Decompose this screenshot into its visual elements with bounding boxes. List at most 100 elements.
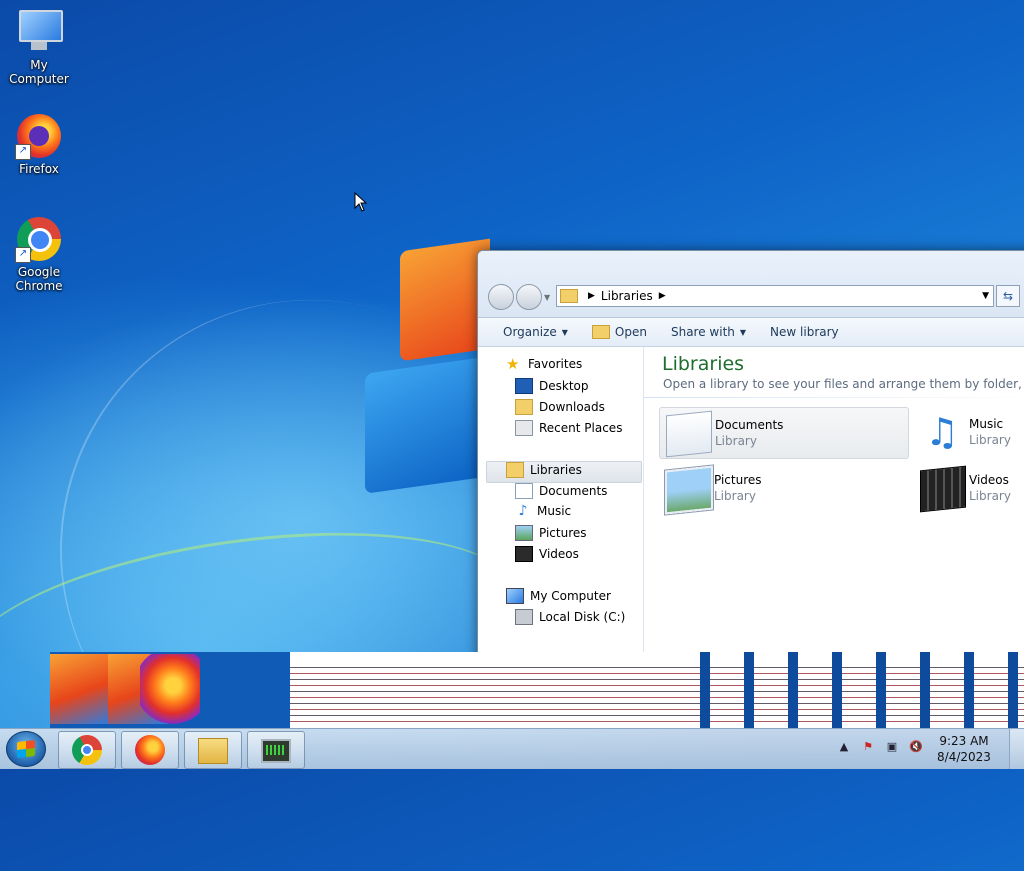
library-pictures[interactable]: Pictures Library — [659, 463, 907, 515]
chrome-icon: ↗ — [15, 215, 63, 263]
nav-item-libraries[interactable]: Libraries — [506, 462, 582, 478]
windows-flag-icon — [17, 740, 35, 758]
back-button[interactable] — [488, 284, 514, 310]
nav-label: Pictures — [539, 526, 587, 540]
clock-time: 9:23 AM — [939, 734, 989, 748]
nav-label: Videos — [539, 547, 579, 561]
network-icon[interactable]: ▣ — [884, 739, 900, 755]
nav-label: Libraries — [530, 463, 582, 477]
nav-label: Desktop — [539, 379, 589, 393]
library-type: Library — [969, 489, 1011, 503]
volume-muted-icon[interactable]: 🔇 — [908, 739, 924, 755]
nav-label: My Computer — [530, 589, 611, 603]
library-name: Videos — [969, 473, 1009, 487]
nav-item-documents[interactable]: Documents — [515, 483, 607, 499]
refresh-button[interactable]: ⇆ — [996, 285, 1020, 307]
breadcrumb-separator-icon[interactable]: ▶ — [588, 291, 595, 301]
share-with-button[interactable]: Share with ▼ — [671, 325, 746, 339]
system-tray: ▲ ⚑ ▣ 🔇 — [836, 739, 924, 755]
breadcrumb-libraries[interactable]: Libraries — [601, 289, 653, 303]
action-center-flag-icon[interactable]: ⚑ — [860, 739, 876, 755]
organize-label: Organize — [503, 325, 557, 339]
pictures-icon — [665, 465, 713, 515]
address-dropdown-icon[interactable]: ▼ — [982, 291, 989, 301]
taskbar-task-manager-button[interactable] — [247, 731, 305, 769]
show-desktop-button[interactable] — [1009, 729, 1024, 769]
documents-icon — [515, 483, 533, 499]
downloads-folder-icon — [515, 399, 533, 415]
chevron-down-icon: ▼ — [739, 327, 747, 337]
nav-item-my-computer[interactable]: My Computer — [506, 588, 611, 604]
taskbar-chrome-button[interactable] — [58, 731, 116, 769]
taskbar-clock[interactable]: 9:23 AM 8/4/2023 — [930, 733, 998, 765]
chevron-down-icon: ▼ — [561, 327, 568, 337]
taskbar-firefox-button[interactable] — [121, 731, 179, 769]
address-bar[interactable]: ▶ Libraries ▶ ▼ — [556, 285, 994, 307]
shortcut-arrow-icon: ↗ — [15, 247, 31, 263]
library-name: Music — [969, 417, 1004, 431]
nav-item-desktop[interactable]: Desktop — [515, 378, 589, 394]
nav-label: Recent Places — [539, 421, 623, 435]
new-library-button[interactable]: New library — [770, 325, 839, 339]
nav-label: Local Disk (C:) — [539, 610, 626, 624]
nav-item-pictures[interactable]: Pictures — [515, 525, 587, 541]
recent-places-icon — [515, 420, 533, 436]
firefox-icon: ↗ — [15, 112, 63, 160]
desktop-icon-chrome[interactable]: ↗ Google Chrome — [1, 215, 77, 293]
desktop-icon-label: Google Chrome — [15, 265, 63, 293]
star-icon: ★ — [506, 355, 520, 373]
nav-item-favorites[interactable]: ★ Favorites — [506, 355, 583, 373]
documents-icon — [666, 410, 712, 458]
desktop-icon-label: Firefox — [19, 162, 59, 176]
library-music[interactable]: ♫ Music Library — [914, 407, 1024, 457]
nav-item-videos[interactable]: Videos — [515, 546, 579, 562]
taskbar-explorer-button[interactable] — [184, 731, 242, 769]
command-bar: Organize ▼ Open Share with ▼ New library — [478, 318, 1024, 347]
desktop-icon-label: My Computer — [9, 58, 69, 86]
library-type: Library — [714, 489, 756, 503]
pictures-icon — [515, 525, 533, 541]
nav-item-downloads[interactable]: Downloads — [515, 399, 605, 415]
forward-button[interactable] — [516, 284, 542, 310]
desktop-icon-my-computer[interactable]: My Computer — [1, 8, 77, 86]
videos-icon — [515, 546, 533, 562]
desktop-icon-firefox[interactable]: ↗ Firefox — [1, 112, 77, 176]
render-glitch-artifact — [50, 652, 1024, 728]
nav-label: Documents — [539, 484, 608, 498]
music-note-icon: ♪ — [518, 503, 528, 519]
explorer-window[interactable]: ▼ ▶ Libraries ▶ ▼ ⇆ Organize ▼ Open Share… — [477, 250, 1024, 672]
hard-disk-icon — [515, 609, 533, 625]
share-with-label: Share with — [670, 325, 735, 339]
show-hidden-icons-button[interactable]: ▲ — [836, 739, 852, 755]
videos-icon — [920, 465, 966, 513]
start-button[interactable] — [6, 731, 46, 767]
nav-item-recent-places[interactable]: Recent Places — [515, 420, 622, 436]
open-label: Open — [614, 325, 647, 339]
library-type: Library — [969, 433, 1011, 447]
library-name: Pictures — [714, 473, 762, 487]
nav-label: Downloads — [539, 400, 605, 414]
libraries-content: Libraries Open a library to see your fil… — [644, 347, 1024, 671]
library-documents[interactable]: Documents Library — [659, 407, 909, 459]
recent-pages-dropdown[interactable]: ▼ — [544, 293, 550, 302]
page-subtitle: Open a library to see your files and arr… — [663, 377, 1024, 391]
nav-item-music[interactable]: ♪ Music — [515, 503, 572, 519]
nav-item-local-disk[interactable]: Local Disk (C:) — [515, 609, 625, 625]
clock-date: 8/4/2023 — [937, 750, 991, 764]
library-name: Documents — [715, 418, 784, 432]
nav-label: Favorites — [528, 357, 583, 371]
library-type: Library — [715, 434, 757, 448]
windows-logo-wallpaper — [355, 238, 495, 494]
window-titlebar: ▼ ▶ Libraries ▶ ▼ ⇆ — [478, 251, 1024, 318]
divider — [644, 397, 1024, 398]
organize-button[interactable]: Organize ▼ — [503, 325, 568, 339]
computer-icon — [15, 8, 63, 56]
shortcut-arrow-icon: ↗ — [15, 144, 31, 160]
firefox-icon — [135, 735, 165, 765]
taskbar: ▲ ⚑ ▣ 🔇 9:23 AM 8/4/2023 — [0, 728, 1024, 769]
breadcrumb-separator-icon[interactable]: ▶ — [659, 291, 666, 301]
open-button[interactable]: Open — [591, 325, 647, 339]
library-videos[interactable]: Videos Library — [914, 463, 1024, 513]
chrome-icon — [72, 735, 102, 765]
computer-icon — [506, 588, 524, 604]
